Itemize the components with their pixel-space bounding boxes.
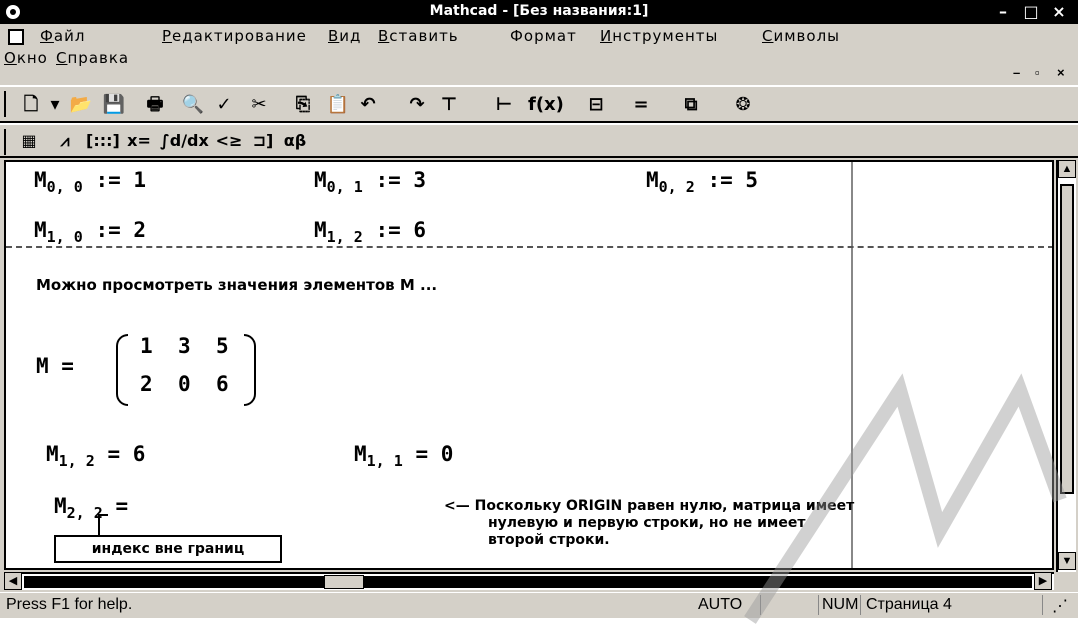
insert-function-icon[interactable]: f(x) [528,93,564,117]
new-document-icon[interactable]: 🗋 [18,93,44,117]
menu-имволы[interactable]: Символы [762,27,840,45]
doc-minimize-button[interactable]: – [1013,65,1021,80]
text-region[interactable]: Можно просмотреть значения элементов M .… [36,276,437,294]
matrix-result[interactable]: 1 3 5 2 0 6 [116,334,356,414]
horizontal-scroll-track[interactable] [24,576,1032,588]
calculus-toolbar-icon[interactable]: ∫d/dx [160,129,209,153]
resource-center-icon[interactable]: ❂ [730,93,756,117]
error-pointer-tick [98,514,108,516]
matrix-left-bracket [116,334,128,406]
toolbar-handle[interactable] [4,129,9,155]
dropdown-arrow-icon[interactable]: ▾ [48,93,62,117]
definition-m-0-1[interactable]: M0, 1 := 3 [314,168,426,196]
greek-toolbar-icon[interactable]: αβ [282,129,308,153]
resize-grip-icon[interactable]: ⋰ [1052,596,1068,616]
graph-toolbar-icon[interactable]: ⩘ [52,129,78,153]
matrix-cell: 6 [216,372,229,396]
scroll-right-button[interactable]: ▶ [1034,572,1052,590]
paste-icon[interactable]: 📋 [324,93,352,117]
menu-bar: Файл Редактирование Вид Вставить Формат Инстр… [0,25,1078,85]
comment-text[interactable]: <— Поскольку ORIGIN равен нулю, матрица … [444,498,854,549]
evaluation-m-1-2[interactable]: M1, 2 = 6 [46,442,145,470]
menu-нструменты[interactable]: Инструменты [600,27,718,45]
menu-едактирование[interactable]: Редактирование [162,27,307,45]
comment-line: <— Поскольку ORIGIN равен нулю, матрица … [444,498,855,514]
minimize-button[interactable]: – [990,2,1016,21]
scroll-up-button[interactable]: ▲ [1058,160,1076,178]
title-bar: Mathcad - [Без названия:1] – □ × [0,0,1078,24]
evaluation-toolbar-icon[interactable]: x= [124,129,154,153]
menu-айл[interactable]: Файл [40,27,85,45]
cut-icon[interactable]: ✂ [246,93,272,117]
horizontal-scroll-thumb[interactable] [324,575,364,589]
matrix-lhs[interactable]: M = [36,354,74,378]
doc-close-button[interactable]: × [1057,65,1066,80]
menu-кно[interactable]: Окно [4,49,48,67]
matrix-cell: 0 [178,372,191,396]
open-folder-icon[interactable]: 📂 [66,93,96,117]
calculate-icon[interactable]: = [628,93,654,117]
definition-m-0-0[interactable]: M0, 0 := 1 [34,168,146,196]
spell-check-icon[interactable]: ✓ [210,93,238,117]
close-button[interactable]: × [1046,2,1072,21]
boolean-toolbar-icon[interactable]: <≥ [214,129,244,153]
scroll-left-button[interactable]: ◀ [4,572,22,590]
definition-m-1-2[interactable]: M1, 2 := 6 [314,218,426,246]
status-num: NUM [822,596,859,613]
programming-toolbar-icon[interactable]: ⊐] [250,129,276,153]
mathcad-window: Mathcad - [Без названия:1] – □ × Файл Ред… [0,0,1078,624]
evaluation-m-1-1[interactable]: M1, 1 = 0 [354,442,453,470]
toolbar-handle[interactable] [4,91,9,117]
align-horizontal-icon[interactable]: ⊤ [436,93,462,117]
print-preview-icon[interactable]: 🔍 [180,93,206,117]
math-toolbar: ▦ ⩘ [:::] x= ∫d/dx <≥ ⊐] αβ [0,123,1078,158]
vertical-scroll-thumb[interactable] [1060,184,1074,494]
insert-unit-icon[interactable]: ⊟ [576,93,616,117]
definition-m-0-2[interactable]: M0, 2 := 5 [646,168,758,196]
matrix-cell: 3 [178,334,191,358]
maximize-button[interactable]: □ [1018,2,1044,21]
calculator-toolbar-icon[interactable]: ▦ [16,129,42,153]
worksheet[interactable]: M0, 0 := 1 M0, 1 := 3 M0, 2 := 5 M1, 0 :… [4,160,1054,570]
status-calc-mode: AUTO [698,596,743,613]
menu-формат[interactable]: Формат [510,27,577,45]
matrix-toolbar-icon[interactable]: [:::] [86,129,120,153]
copy-icon[interactable]: ⎘ [290,93,316,117]
window-title: Mathcad - [Без названия:1] [429,3,649,19]
doc-restore-button[interactable]: ▫ [1035,65,1041,80]
standard-toolbar: 🗋 ▾ 📂 💾 🖶 🔍 ✓ ✂ ⎘ 📋 ↶ ↷ ⊤ ⊢ f(x) ⊟ = ⧉ ❂ [0,85,1078,123]
status-page: Страница 4 [866,596,952,613]
status-bar: Press F1 for help. AUTO NUM Страница 4 ⋰ [0,592,1078,618]
definition-m-1-0[interactable]: M1, 0 := 2 [34,218,146,246]
region-separator [6,246,1052,248]
menu-ид[interactable]: Вид [328,27,361,45]
menu-правка[interactable]: Справка [56,49,129,67]
print-icon[interactable]: 🖶 [140,93,170,117]
error-pointer-line [98,514,100,536]
horizontal-scrollbar[interactable]: ◀ ▶ [4,572,1054,590]
document-icon[interactable] [8,29,24,45]
comment-line: нулевую и первую строки, но не имеет [488,515,806,531]
matrix-cell: 1 [140,334,153,358]
matrix-right-bracket [244,334,256,406]
undo-icon[interactable]: ↶ [354,93,382,117]
comment-line: второй строки. [488,532,610,548]
scroll-down-button[interactable]: ▼ [1058,552,1076,570]
align-vertical-icon[interactable]: ⊢ [490,93,518,117]
component-icon[interactable]: ⧉ [676,93,706,117]
status-help: Press F1 for help. [6,596,133,613]
evaluation-m-2-2[interactable]: M2, 2 = [54,494,128,522]
menu-ставить[interactable]: Вставить [378,27,459,45]
vertical-scrollbar[interactable]: ▲ ▼ [1056,160,1076,572]
matrix-cell: 2 [140,372,153,396]
matrix-cell: 5 [216,334,229,358]
redo-icon[interactable]: ↷ [404,93,430,117]
save-disk-icon[interactable]: 💾 [100,93,128,117]
error-tooltip: индекс вне границ [54,535,282,563]
